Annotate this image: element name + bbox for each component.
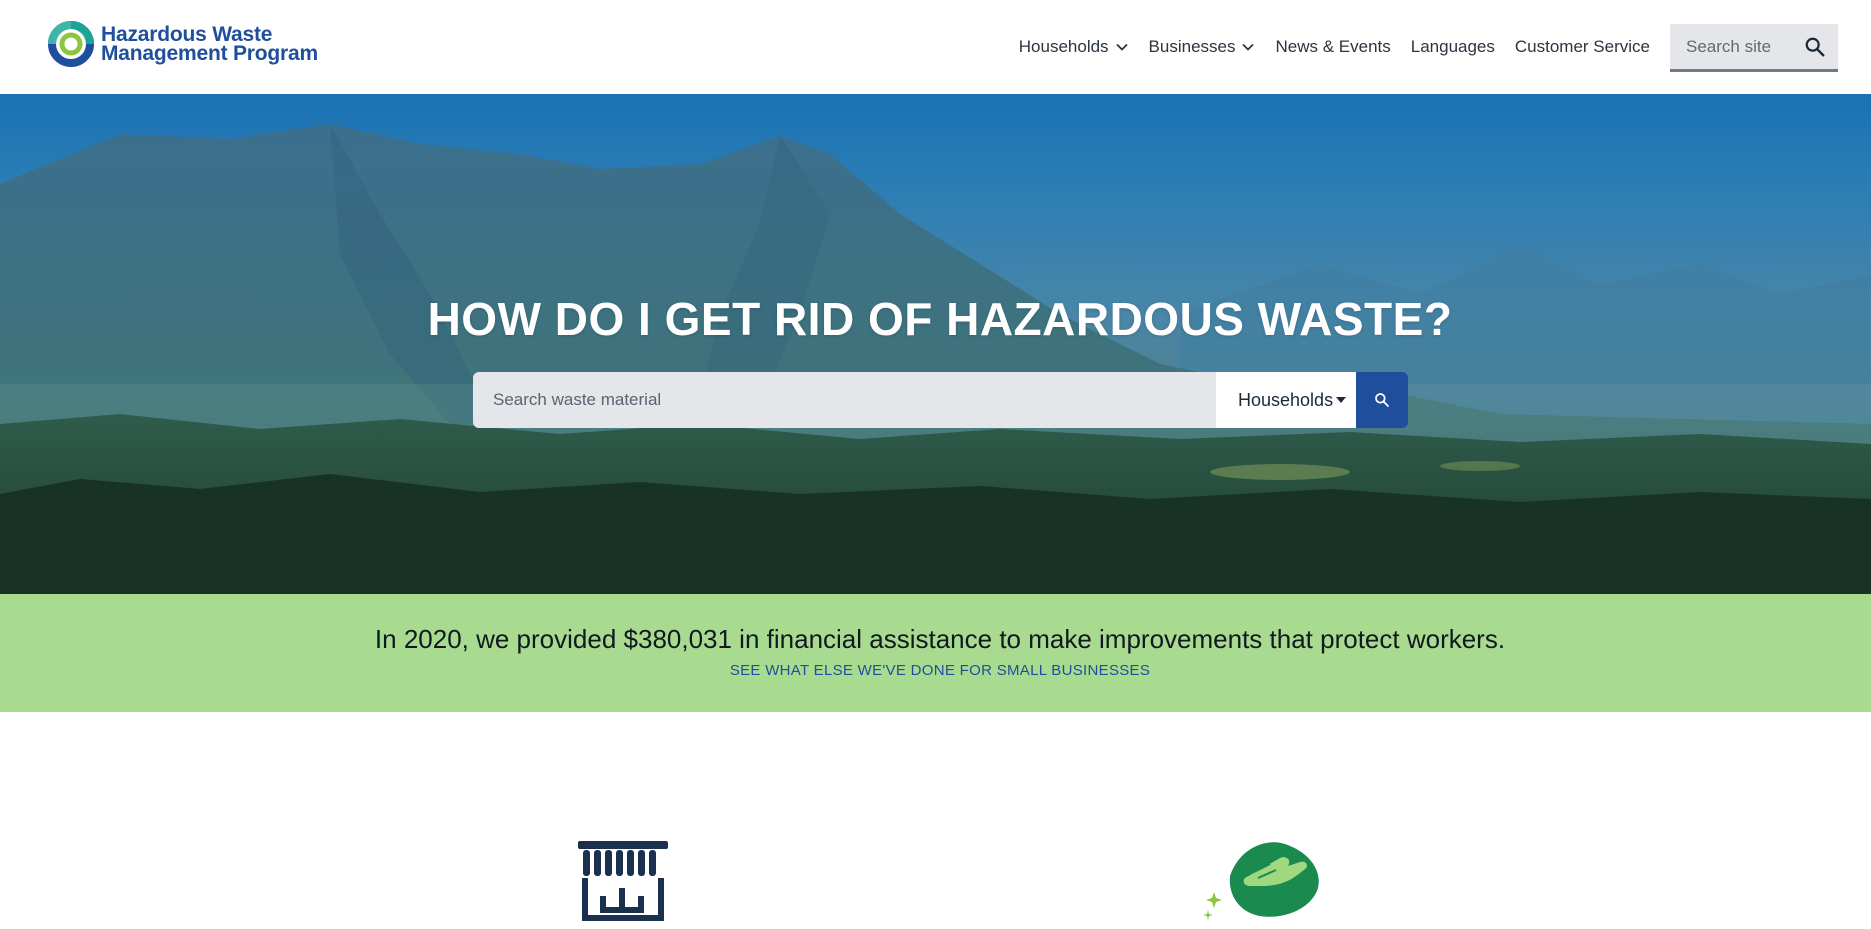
brand-name: Hazardous Waste Management Program	[101, 24, 318, 65]
nav-businesses-label: Businesses	[1148, 37, 1236, 56]
hand-cleaning-icon	[1203, 842, 1319, 920]
audience-select[interactable]: Households	[1216, 372, 1356, 428]
search-icon	[1375, 393, 1389, 407]
waste-search-bar: Search waste material Households	[473, 372, 1408, 428]
caret-down-icon	[1336, 397, 1347, 403]
storefront-icon	[578, 841, 668, 921]
main-nav: Households Businesses News & Events Lang…	[1019, 0, 1871, 94]
search-icon[interactable]	[1804, 36, 1826, 58]
waste-search-input[interactable]: Search waste material	[473, 372, 1216, 428]
nav-languages[interactable]: Languages	[1411, 37, 1495, 57]
nav-businesses[interactable]: Businesses	[1149, 37, 1256, 57]
impact-banner: In 2020, we provided $380,031 in financi…	[0, 594, 1871, 712]
nav-news-events[interactable]: News & Events	[1275, 37, 1390, 57]
impact-statement: In 2020, we provided $380,031 in financi…	[374, 624, 1506, 654]
hero-section: HOW DO I GET RID OF HAZARDOUS WASTE? Sea…	[0, 94, 1871, 594]
hero-title: HOW DO I GET RID OF HAZARDOUS WASTE?	[427, 293, 1453, 345]
nav-customer-service[interactable]: Customer Service	[1515, 37, 1650, 57]
site-search	[1670, 24, 1838, 72]
site-header: Hazardous Waste Management Program House…	[0, 0, 1871, 94]
chevron-down-icon	[1242, 43, 1255, 51]
brand-name-line2: Management Program	[101, 42, 318, 65]
site-search-input[interactable]	[1670, 36, 1790, 57]
site-logo[interactable]: Hazardous Waste Management Program	[46, 19, 318, 69]
nav-news-events-label: News & Events	[1275, 37, 1391, 56]
nav-households-label: Households	[1018, 37, 1109, 56]
small-business-link[interactable]: SEE WHAT ELSE WE'VE DONE FOR SMALL BUSIN…	[0, 662, 1871, 679]
nav-languages-label: Languages	[1410, 37, 1495, 56]
audience-select-value: Households	[1238, 389, 1334, 410]
nav-customer-service-label: Customer Service	[1514, 37, 1650, 56]
chevron-down-icon	[1115, 43, 1128, 51]
nav-households[interactable]: Households	[1019, 37, 1129, 57]
waste-search-button[interactable]	[1356, 372, 1408, 428]
ring-logo-icon	[48, 21, 94, 67]
